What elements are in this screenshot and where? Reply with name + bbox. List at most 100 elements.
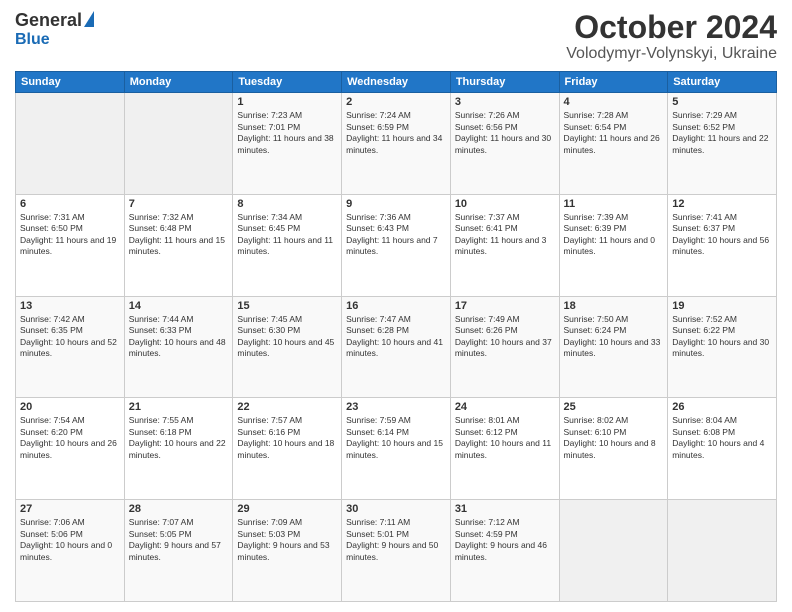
calendar-week-row: 27Sunrise: 7:06 AM Sunset: 5:06 PM Dayli… bbox=[16, 500, 777, 602]
calendar-cell: 19Sunrise: 7:52 AM Sunset: 6:22 PM Dayli… bbox=[668, 296, 777, 398]
day-number: 22 bbox=[237, 401, 337, 413]
calendar-cell: 7 Sunrise: 7:32 AM Sunset: 6:48 PM Daylig… bbox=[124, 194, 233, 296]
day-number: 30 bbox=[346, 503, 446, 515]
calendar-cell: 13 Sunrise: 7:42 AM Sunset: 6:35 PM Dayli… bbox=[16, 296, 125, 398]
day-info: Sunrise: 7:29 AM Sunset: 6:52 PM Dayligh… bbox=[672, 110, 772, 156]
calendar-cell: 30Sunrise: 7:11 AM Sunset: 5:01 PM Dayli… bbox=[342, 500, 451, 602]
calendar-cell: 27Sunrise: 7:06 AM Sunset: 5:06 PM Dayli… bbox=[16, 500, 125, 602]
calendar-cell: 24 Sunrise: 8:01 AM Sunset: 6:12 PM Dayli… bbox=[450, 398, 559, 500]
calendar-table: SundayMondayTuesdayWednesdayThursdayFrid… bbox=[15, 71, 777, 602]
day-number: 14 bbox=[129, 300, 229, 312]
calendar-week-row: 20 Sunrise: 7:54 AM Sunset: 6:20 PM Dayli… bbox=[16, 398, 777, 500]
day-info: Sunrise: 7:34 AM Sunset: 6:45 PM Dayligh… bbox=[237, 212, 337, 258]
day-number: 9 bbox=[346, 198, 446, 210]
calendar-cell: 18 Sunrise: 7:50 AM Sunset: 6:24 PM Dayli… bbox=[559, 296, 668, 398]
day-info: Sunrise: 7:49 AM Sunset: 6:26 PM Dayligh… bbox=[455, 314, 555, 360]
day-number: 23 bbox=[346, 401, 446, 413]
calendar-cell: 28 Sunrise: 7:07 AM Sunset: 5:05 PM Dayli… bbox=[124, 500, 233, 602]
day-info: Sunrise: 7:31 AM Sunset: 6:50 PM Dayligh… bbox=[20, 212, 120, 258]
day-number: 13 bbox=[20, 300, 120, 312]
day-info: Sunrise: 7:44 AM Sunset: 6:33 PM Dayligh… bbox=[129, 314, 229, 360]
day-number: 16 bbox=[346, 300, 446, 312]
day-info: Sunrise: 7:28 AM Sunset: 6:54 PM Dayligh… bbox=[564, 110, 664, 156]
calendar-body: 1 Sunrise: 7:23 AM Sunset: 7:01 PM Daylig… bbox=[16, 93, 777, 602]
day-number: 10 bbox=[455, 198, 555, 210]
day-number: 8 bbox=[237, 198, 337, 210]
day-number: 5 bbox=[672, 96, 772, 108]
day-number: 11 bbox=[564, 198, 664, 210]
calendar-cell: 22 Sunrise: 7:57 AM Sunset: 6:16 PM Dayli… bbox=[233, 398, 342, 500]
day-number: 19 bbox=[672, 300, 772, 312]
calendar-week-row: 1 Sunrise: 7:23 AM Sunset: 7:01 PM Daylig… bbox=[16, 93, 777, 195]
day-info: Sunrise: 7:55 AM Sunset: 6:18 PM Dayligh… bbox=[129, 415, 229, 461]
day-number: 28 bbox=[129, 503, 229, 515]
calendar-cell: 4Sunrise: 7:28 AM Sunset: 6:54 PM Daylig… bbox=[559, 93, 668, 195]
calendar-cell: 8 Sunrise: 7:34 AM Sunset: 6:45 PM Daylig… bbox=[233, 194, 342, 296]
calendar-cell: 5 Sunrise: 7:29 AM Sunset: 6:52 PM Daylig… bbox=[668, 93, 777, 195]
day-number: 7 bbox=[129, 198, 229, 210]
calendar-cell: 1 Sunrise: 7:23 AM Sunset: 7:01 PM Daylig… bbox=[233, 93, 342, 195]
day-number: 20 bbox=[20, 401, 120, 413]
day-number: 25 bbox=[564, 401, 664, 413]
calendar-cell: 2 Sunrise: 7:24 AM Sunset: 6:59 PM Daylig… bbox=[342, 93, 451, 195]
logo-blue: Blue bbox=[15, 31, 50, 49]
day-info: Sunrise: 8:02 AM Sunset: 6:10 PM Dayligh… bbox=[564, 415, 664, 461]
day-info: Sunrise: 7:36 AM Sunset: 6:43 PM Dayligh… bbox=[346, 212, 446, 258]
day-info: Sunrise: 7:07 AM Sunset: 5:05 PM Dayligh… bbox=[129, 517, 229, 563]
day-info: Sunrise: 7:24 AM Sunset: 6:59 PM Dayligh… bbox=[346, 110, 446, 156]
day-info: Sunrise: 7:23 AM Sunset: 7:01 PM Dayligh… bbox=[237, 110, 337, 156]
day-info: Sunrise: 7:57 AM Sunset: 6:16 PM Dayligh… bbox=[237, 415, 337, 461]
day-info: Sunrise: 7:45 AM Sunset: 6:30 PM Dayligh… bbox=[237, 314, 337, 360]
calendar-cell: 26 Sunrise: 8:04 AM Sunset: 6:08 PM Dayli… bbox=[668, 398, 777, 500]
day-info: Sunrise: 7:06 AM Sunset: 5:06 PM Dayligh… bbox=[20, 517, 120, 563]
day-info: Sunrise: 8:04 AM Sunset: 6:08 PM Dayligh… bbox=[672, 415, 772, 461]
day-info: Sunrise: 7:50 AM Sunset: 6:24 PM Dayligh… bbox=[564, 314, 664, 360]
day-info: Sunrise: 7:37 AM Sunset: 6:41 PM Dayligh… bbox=[455, 212, 555, 258]
calendar-cell: 25 Sunrise: 8:02 AM Sunset: 6:10 PM Dayli… bbox=[559, 398, 668, 500]
day-number: 6 bbox=[20, 198, 120, 210]
day-number: 24 bbox=[455, 401, 555, 413]
calendar-cell: 15 Sunrise: 7:45 AM Sunset: 6:30 PM Dayli… bbox=[233, 296, 342, 398]
day-number: 12 bbox=[672, 198, 772, 210]
day-number: 15 bbox=[237, 300, 337, 312]
weekday-header-sunday: Sunday bbox=[16, 72, 125, 93]
weekday-header-row: SundayMondayTuesdayWednesdayThursdayFrid… bbox=[16, 72, 777, 93]
day-number: 26 bbox=[672, 401, 772, 413]
calendar-week-row: 6 Sunrise: 7:31 AM Sunset: 6:50 PM Daylig… bbox=[16, 194, 777, 296]
day-info: Sunrise: 7:59 AM Sunset: 6:14 PM Dayligh… bbox=[346, 415, 446, 461]
day-info: Sunrise: 8:01 AM Sunset: 6:12 PM Dayligh… bbox=[455, 415, 555, 461]
day-info: Sunrise: 7:42 AM Sunset: 6:35 PM Dayligh… bbox=[20, 314, 120, 360]
day-number: 18 bbox=[564, 300, 664, 312]
calendar-cell: 29Sunrise: 7:09 AM Sunset: 5:03 PM Dayli… bbox=[233, 500, 342, 602]
day-number: 21 bbox=[129, 401, 229, 413]
calendar-cell: 23 Sunrise: 7:59 AM Sunset: 6:14 PM Dayli… bbox=[342, 398, 451, 500]
day-info: Sunrise: 7:26 AM Sunset: 6:56 PM Dayligh… bbox=[455, 110, 555, 156]
day-info: Sunrise: 7:32 AM Sunset: 6:48 PM Dayligh… bbox=[129, 212, 229, 258]
title-section: October 2024 Volodymyr-Volynskyi, Ukrain… bbox=[566, 10, 777, 63]
calendar-cell bbox=[16, 93, 125, 195]
calendar-cell: 14 Sunrise: 7:44 AM Sunset: 6:33 PM Dayli… bbox=[124, 296, 233, 398]
day-number: 2 bbox=[346, 96, 446, 108]
page-header: General Blue October 2024 Volodymyr-Voly… bbox=[15, 10, 777, 63]
day-info: Sunrise: 7:47 AM Sunset: 6:28 PM Dayligh… bbox=[346, 314, 446, 360]
day-info: Sunrise: 7:39 AM Sunset: 6:39 PM Dayligh… bbox=[564, 212, 664, 258]
logo-triangle-icon bbox=[84, 11, 94, 27]
calendar-cell bbox=[124, 93, 233, 195]
calendar-header: SundayMondayTuesdayWednesdayThursdayFrid… bbox=[16, 72, 777, 93]
weekday-header-wednesday: Wednesday bbox=[342, 72, 451, 93]
day-number: 29 bbox=[237, 503, 337, 515]
calendar-cell: 16 Sunrise: 7:47 AM Sunset: 6:28 PM Dayli… bbox=[342, 296, 451, 398]
weekday-header-monday: Monday bbox=[124, 72, 233, 93]
calendar-week-row: 13 Sunrise: 7:42 AM Sunset: 6:35 PM Dayli… bbox=[16, 296, 777, 398]
day-number: 17 bbox=[455, 300, 555, 312]
day-info: Sunrise: 7:54 AM Sunset: 6:20 PM Dayligh… bbox=[20, 415, 120, 461]
weekday-header-tuesday: Tuesday bbox=[233, 72, 342, 93]
day-info: Sunrise: 7:41 AM Sunset: 6:37 PM Dayligh… bbox=[672, 212, 772, 258]
day-number: 1 bbox=[237, 96, 337, 108]
calendar-cell: 31Sunrise: 7:12 AM Sunset: 4:59 PM Dayli… bbox=[450, 500, 559, 602]
calendar-cell: 9 Sunrise: 7:36 AM Sunset: 6:43 PM Daylig… bbox=[342, 194, 451, 296]
calendar-cell: 20 Sunrise: 7:54 AM Sunset: 6:20 PM Dayli… bbox=[16, 398, 125, 500]
calendar-cell bbox=[668, 500, 777, 602]
day-number: 3 bbox=[455, 96, 555, 108]
calendar-cell: 6 Sunrise: 7:31 AM Sunset: 6:50 PM Daylig… bbox=[16, 194, 125, 296]
